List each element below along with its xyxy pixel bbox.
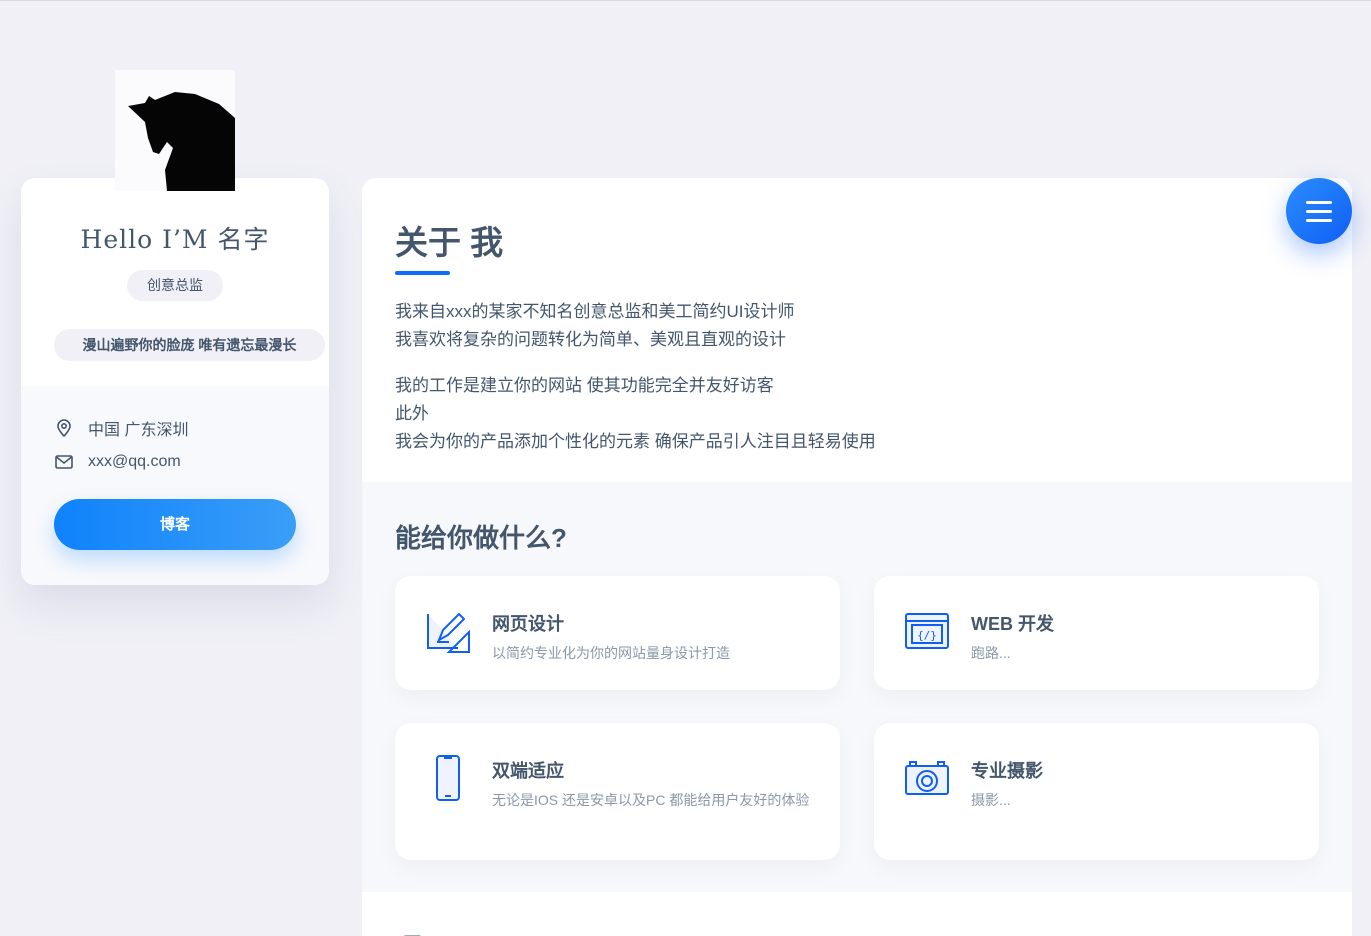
about-paragraph-2: 我的工作是建立你的网站 使其功能完全并友好访客此外我会为你的产品添加个性化的元素… <box>395 372 876 456</box>
blog-button[interactable]: 博客 <box>54 499 296 550</box>
menu-button[interactable] <box>1286 178 1352 244</box>
email-text[interactable]: xxx@qq.com <box>88 453 181 471</box>
email-row: xxx@qq.com <box>54 452 181 472</box>
service-card: {/} WEB 开发 跑路... <box>874 576 1319 690</box>
services-title: 能给你做什么? <box>395 518 567 555</box>
service-card: 专业摄影 摄影... <box>874 723 1319 860</box>
service-card: 网页设计 以简约专业化为你的网站量身设计打造 <box>395 576 840 690</box>
next-section-title: 项目 <box>395 928 447 936</box>
code-window-icon: {/} <box>904 612 950 650</box>
profile-card: Hello I’M 名字 创意总监 漫山遍野你的脸庞 唯有遗忘最漫长 中国 广东… <box>21 178 329 585</box>
design-icon <box>425 608 473 654</box>
title-underline <box>395 271 450 275</box>
main-content: 关于 我 我来自xxx的某家不知名创意总监和美工简约UI设计师我喜欢将复杂的问题… <box>362 178 1352 936</box>
greeting: Hello I’M 名字 <box>21 220 329 256</box>
about-paragraph-1: 我来自xxx的某家不知名创意总监和美工简约UI设计师我喜欢将复杂的问题转化为简单… <box>395 298 795 354</box>
services-section: 能给你做什么? 网页设计 以简约专业化为你的网站量身设计打造 {/} WEB 开… <box>362 482 1352 892</box>
motto-badge: 漫山遍野你的脸庞 唯有遗忘最漫长 <box>54 329 325 361</box>
location-row: 中国 广东深圳 <box>54 416 188 440</box>
mail-icon <box>54 452 74 472</box>
location-pin-icon <box>54 418 74 438</box>
phone-icon <box>425 755 473 801</box>
service-card: 双端适应 无论是IOS 还是安卓以及PC 都能给用户友好的体验 <box>395 723 840 860</box>
location-text: 中国 广东深圳 <box>88 416 188 440</box>
about-title: 关于 我 <box>395 216 503 264</box>
camera-icon <box>904 760 950 796</box>
avatar <box>115 70 235 191</box>
role-badge: 创意总监 <box>127 270 223 301</box>
menu-icon <box>1306 201 1332 204</box>
svg-text:{/}: {/} <box>917 629 937 642</box>
